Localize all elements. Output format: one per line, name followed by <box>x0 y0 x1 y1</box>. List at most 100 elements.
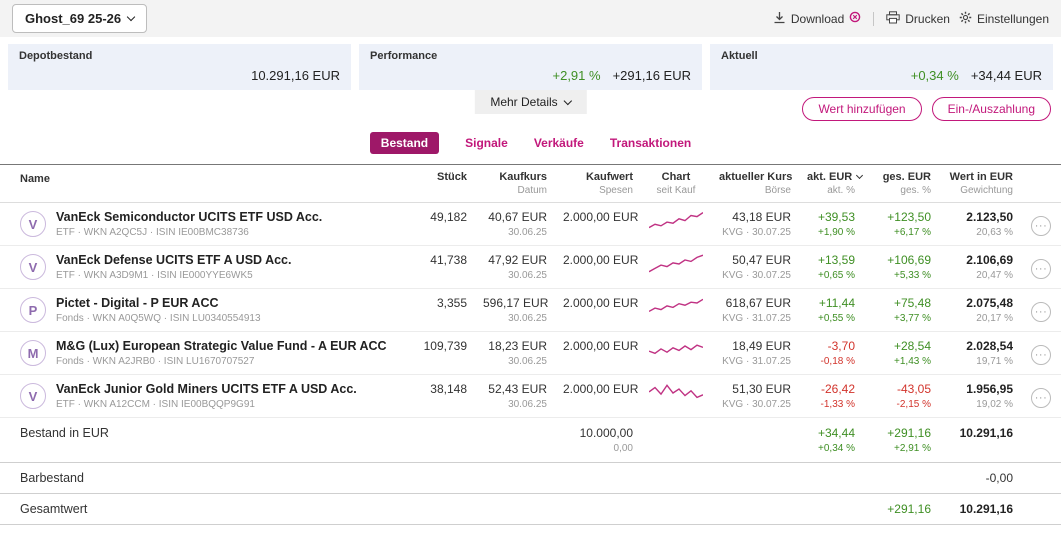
cell-kaufkurs: 18,23 EUR 30.06.25 <box>475 331 555 375</box>
cell-ges: -43,05 -2,15 % <box>863 374 939 418</box>
tab-verkaeufe[interactable]: Verkäufe <box>534 136 584 150</box>
total-label: Bestand in EUR <box>0 417 413 463</box>
cell-akt: -26,42 -1,33 % <box>799 374 863 418</box>
cell-wert: 2.075,48 20,17 % <box>939 288 1021 332</box>
row-menu-button[interactable] <box>1031 259 1051 279</box>
fund-name-link[interactable]: VanEck Junior Gold Miners UCITS ETF A US… <box>56 382 357 396</box>
cell-ges: +106,69 +5,33 % <box>863 245 939 289</box>
card-depotbestand: Depotbestand 10.291,16 EUR <box>8 44 351 90</box>
cell-kaufkurs: 596,17 EUR 30.06.25 <box>475 288 555 332</box>
card-percent: +2,91 % <box>552 68 601 83</box>
cell-akt: +11,44 +0,55 % <box>799 288 863 332</box>
cell-stueck: 41,738 <box>413 245 475 289</box>
fund-subtitle: ETF · WKN A12CCM · ISIN IE00BQQP9G91 <box>56 399 255 410</box>
row-menu-button[interactable] <box>1031 388 1051 408</box>
cell-kurs: 50,47 EUR KVG · 30.07.25 <box>711 245 799 289</box>
col-header-name[interactable]: Name <box>0 164 413 203</box>
total-akt: +34,44 +0,34 % <box>799 417 863 463</box>
row-menu-button[interactable] <box>1031 302 1051 322</box>
col-header-akt-eur[interactable]: akt. EUR akt. % <box>799 164 864 203</box>
cell-akt: +39,53 +1,90 % <box>799 202 863 246</box>
cell-akt: +13,59 +0,65 % <box>799 245 863 289</box>
bestand-total-row: Bestand in EUR 10.000,00 0,00 +34,44 +0,34… <box>0 417 1061 463</box>
cell-kurs: 51,30 EUR KVG · 30.07.25 <box>711 374 799 418</box>
table-header-row: Name Stück Kaufkurs Datum Kaufwert Spesen … <box>0 164 1061 203</box>
cell-kurs: 43,18 EUR KVG · 30.07.25 <box>711 202 799 246</box>
cell-kaufwert: 2.000,00 EUR <box>555 374 641 418</box>
row-menu-button[interactable] <box>1031 345 1051 365</box>
cell-wert: 2.123,50 20,63 % <box>939 202 1021 246</box>
cell-kaufwert: 2.000,00 EUR <box>555 202 641 246</box>
gear-icon <box>959 11 972 27</box>
fund-name-link[interactable]: VanEck Defense UCITS ETF A USD Acc. <box>56 253 292 267</box>
fund-avatar: V <box>20 211 46 237</box>
fund-name-link[interactable]: Pictet - Digital - P EUR ACC <box>56 296 261 310</box>
tab-transaktionen[interactable]: Transaktionen <box>610 136 691 150</box>
payment-button[interactable]: Ein-/Auszahlung <box>931 97 1051 121</box>
total-label: Barbestand <box>0 462 413 494</box>
cell-kurs: 618,67 EUR KVG · 31.07.25 <box>711 288 799 332</box>
col-header-kaufwert[interactable]: Kaufwert Spesen <box>555 164 641 203</box>
total-kaufwert: 10.000,00 0,00 <box>555 417 641 463</box>
fund-subtitle: ETF · WKN A2QC5J · ISIN IE00BMC38736 <box>56 227 249 238</box>
gesamtwert-wert: 10.291,16 <box>939 493 1021 525</box>
summary-cards: Depotbestand 10.291,16 EUR Performance +… <box>0 37 1061 90</box>
card-value: 10.291,16 EUR <box>251 68 340 83</box>
cell-ges: +123,50 +6,17 % <box>863 202 939 246</box>
more-details-label: Mehr Details <box>490 95 558 109</box>
download-label: Download <box>790 11 845 26</box>
fund-avatar: P <box>20 297 46 323</box>
cell-ges: +28,54 +1,43 % <box>863 331 939 375</box>
card-label: Aktuell <box>721 50 758 62</box>
printer-icon <box>886 10 900 27</box>
fund-subtitle: Fonds · WKN A2JRB0 · ISIN LU1670707527 <box>56 356 255 367</box>
fund-subtitle: ETF · WKN A3D9M1 · ISIN IE000YYE6WK5 <box>56 270 253 281</box>
col-header-ges-eur[interactable]: ges. EUR ges. % <box>863 164 939 203</box>
chevron-down-icon <box>563 96 572 105</box>
total-label: Gesamtwert <box>0 493 413 525</box>
fund-name-link[interactable]: VanEck Semiconductor UCITS ETF USD Acc. <box>56 210 322 224</box>
sparkline-chart <box>648 254 704 280</box>
card-performance: Performance +2,91 % +291,16 EUR <box>359 44 702 90</box>
row-menu-button[interactable] <box>1031 216 1051 236</box>
fund-avatar: M <box>20 340 46 366</box>
sparkline-chart <box>648 298 704 323</box>
fund-subtitle: Fonds · WKN A0Q5WQ · ISIN LU0340554913 <box>56 313 261 324</box>
more-details-button[interactable]: Mehr Details <box>474 90 587 114</box>
col-header-kaufkurs[interactable]: Kaufkurs Datum <box>475 164 555 203</box>
settings-label: Einstellungen <box>976 11 1049 26</box>
settings-button[interactable]: Einstellungen <box>959 11 1049 27</box>
portfolio-selector-label: Ghost_69 25-26 <box>25 11 122 26</box>
add-value-button[interactable]: Wert hinzufügen <box>802 97 922 121</box>
cell-kaufkurs: 47,92 EUR 30.06.25 <box>475 245 555 289</box>
col-header-aktueller-kurs[interactable]: aktueller Kurs Börse <box>711 164 799 203</box>
portfolio-selector-button[interactable]: Ghost_69 25-26 <box>12 4 148 33</box>
download-button[interactable]: Download <box>773 11 861 27</box>
print-button[interactable]: Drucken <box>886 10 950 27</box>
cell-wert: 1.956,95 19,02 % <box>939 374 1021 418</box>
table-row: M M&G (Lux) European Strategic Value Fun… <box>0 331 1061 375</box>
subheader: Mehr Details Wert hinzufügen Ein-/Auszah… <box>0 90 1061 126</box>
col-header-stueck[interactable]: Stück <box>413 164 475 203</box>
barbestand-wert: -0,00 <box>939 462 1021 494</box>
card-label: Depotbestand <box>19 50 93 62</box>
card-label: Performance <box>370 50 438 62</box>
barbestand-row: Barbestand -0,00 <box>0 462 1061 494</box>
cell-stueck: 3,355 <box>413 288 475 332</box>
table-row: V VanEck Defense UCITS ETF A USD Acc. ET… <box>0 245 1061 289</box>
table-row: V VanEck Junior Gold Miners UCITS ETF A … <box>0 374 1061 418</box>
cell-wert: 2.028,54 19,71 % <box>939 331 1021 375</box>
fund-avatar: V <box>20 383 46 409</box>
sparkline-chart <box>648 212 704 237</box>
col-header-wert[interactable]: Wert in EUR Gewichtung <box>939 164 1021 203</box>
cell-kaufwert: 2.000,00 EUR <box>555 288 641 332</box>
topbar: Ghost_69 25-26 Download Drucken Einstell… <box>0 0 1061 37</box>
table-row: P Pictet - Digital - P EUR ACC Fonds · W… <box>0 288 1061 332</box>
tab-signale[interactable]: Signale <box>465 136 508 150</box>
download-badge-icon[interactable] <box>849 11 861 26</box>
cell-stueck: 38,148 <box>413 374 475 418</box>
fund-name-link[interactable]: M&G (Lux) European Strategic Value Fund … <box>56 339 387 353</box>
tab-bestand[interactable]: Bestand <box>369 132 440 154</box>
fund-avatar: V <box>20 254 46 280</box>
cell-wert: 2.106,69 20,47 % <box>939 245 1021 289</box>
